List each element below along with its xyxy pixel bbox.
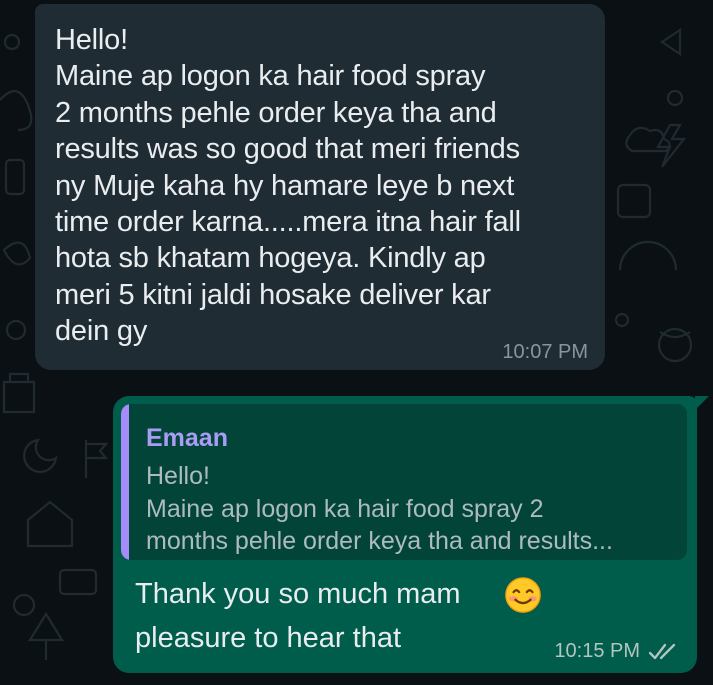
quoted-message-text: Hello! Maine ap logon ka hair food spray…	[146, 462, 613, 555]
incoming-message-time: 10:07 PM	[502, 341, 588, 363]
wallpaper-cake-icon	[58, 568, 98, 596]
outgoing-bubble-tail	[695, 396, 709, 410]
chat-view: Hello! Maine ap logon ka hair food spray…	[0, 0, 713, 685]
outgoing-message-time: 10:15 PM	[554, 640, 640, 662]
wallpaper-tree-icon	[28, 611, 64, 660]
double-check-icon	[648, 643, 676, 659]
wallpaper-phone-icon	[4, 158, 26, 196]
wallpaper-arch-icon	[618, 240, 678, 271]
wallpaper-bolt-icon	[656, 123, 687, 168]
wallpaper-small-ring-icon	[614, 312, 630, 328]
quoted-author: Emaan	[146, 424, 228, 452]
outgoing-message-meta: 10:15 PM	[554, 640, 681, 663]
smiling-face-emoji-icon	[505, 577, 541, 613]
wallpaper-triangle-icon	[660, 27, 682, 57]
incoming-message-bubble[interactable]: Hello! Maine ap logon ka hair food spray…	[35, 4, 605, 370]
incoming-message-text: Hello! Maine ap logon ka hair food spray…	[55, 24, 521, 348]
wallpaper-house-icon	[26, 500, 74, 548]
wallpaper-box-icon	[616, 183, 652, 219]
wallpaper-bag-icon	[2, 372, 36, 414]
quoted-message-preview[interactable]: Emaan Hello! Maine ap logon ka hair food…	[121, 404, 687, 560]
wallpaper-dot-icon	[666, 89, 684, 107]
wallpaper-circle-icon	[3, 33, 21, 51]
wallpaper-bubble-icon	[12, 593, 36, 617]
outgoing-message-bubble[interactable]: Emaan Hello! Maine ap logon ka hair food…	[113, 396, 709, 673]
wallpaper-swirl-icon	[0, 90, 33, 132]
outgoing-message-body: Thank you so much mam pleasure to hear t…	[135, 578, 461, 654]
wallpaper-ring-icon	[5, 319, 27, 341]
quote-accent-bar	[121, 404, 129, 560]
wallpaper-moon-icon	[23, 438, 58, 473]
wallpaper-flag-icon	[84, 440, 109, 478]
outgoing-message-text: Thank you so much mam pleasure to hear t…	[135, 572, 461, 660]
wallpaper-leaf-icon	[2, 241, 32, 266]
